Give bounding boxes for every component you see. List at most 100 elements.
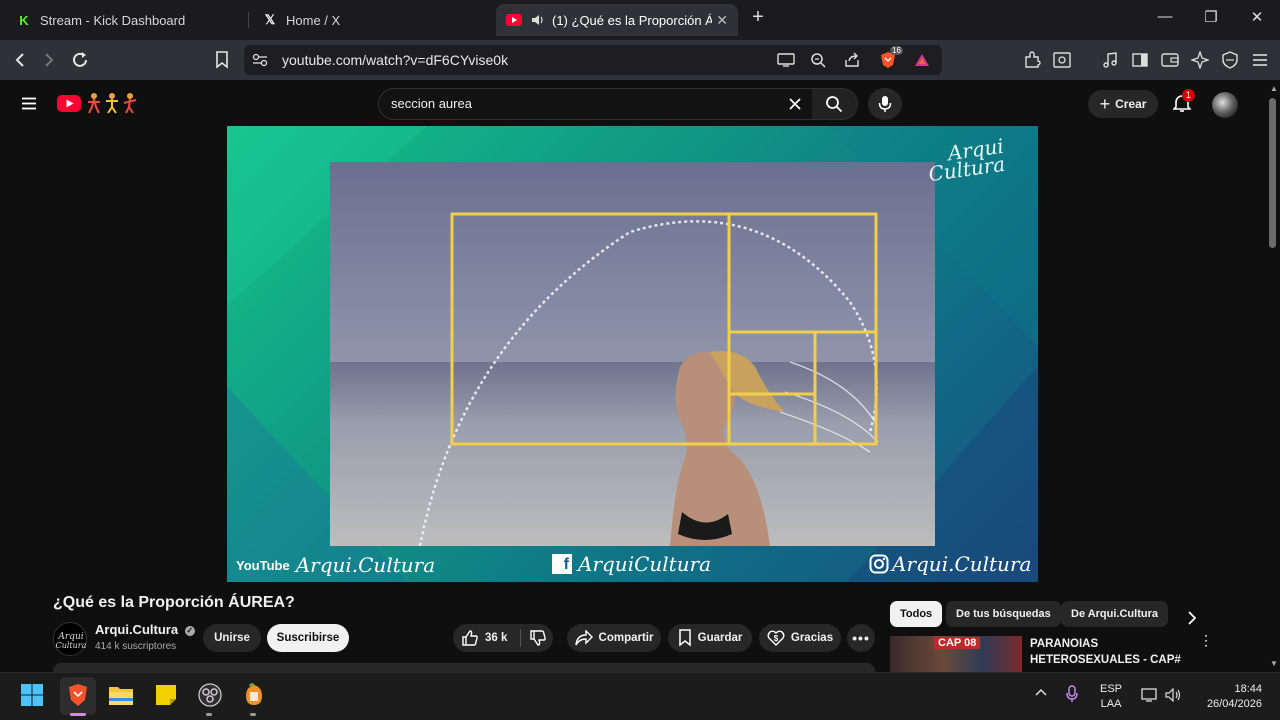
more-actions-button[interactable]: ••• (847, 624, 875, 652)
obs-icon (198, 683, 222, 707)
chip-all[interactable]: Todos (890, 601, 943, 627)
clear-search-icon[interactable] (784, 93, 806, 115)
reload-button[interactable] (69, 49, 91, 71)
cast-icon[interactable] (775, 49, 797, 71)
close-window-button[interactable]: ✕ (1246, 8, 1268, 26)
clock-date: 26/04/2026 (1206, 698, 1262, 710)
share-button[interactable]: Compartir (567, 624, 661, 652)
facebook-icon: f (552, 554, 572, 574)
youtube-logo[interactable] (57, 95, 81, 112)
tab-x-home[interactable]: 𝕏 Home / X (252, 4, 492, 36)
create-button[interactable]: + Crear (1088, 90, 1158, 118)
sticky-notes-app[interactable] (152, 681, 180, 709)
reader-mode-icon[interactable] (1051, 49, 1073, 71)
join-label: Unirse (214, 632, 250, 644)
scrollbar-thumb[interactable] (1269, 98, 1276, 248)
volume-icon[interactable] (1165, 688, 1183, 702)
fl-studio-running-indicator (250, 713, 256, 716)
social-banner: YouTube Arqui.Cultura f ArquiCultura Arq… (227, 544, 1038, 582)
input-language-indicator[interactable]: ESP LAA (1100, 682, 1122, 712)
thumbs-down-icon (530, 630, 546, 646)
network-icon[interactable] (1141, 688, 1159, 702)
dislike-button[interactable] (529, 629, 553, 647)
start-button[interactable] (18, 681, 46, 709)
video-player[interactable]: Arqui Cultura YouTube Arqui.Cultura f Ar… (227, 126, 1038, 582)
scroll-up-icon[interactable]: ▲ (1270, 84, 1278, 93)
sidebar-toggle-icon[interactable] (1129, 49, 1151, 71)
share-page-icon[interactable] (841, 49, 863, 71)
share-icon (574, 630, 593, 646)
svg-text:$: $ (774, 634, 779, 643)
zoom-icon[interactable] (807, 49, 829, 71)
golden-ratio-overlay (450, 212, 878, 446)
subscribe-button[interactable]: Suscribirse (267, 624, 349, 652)
shields-count-badge: 16 (890, 46, 903, 55)
leo-ai-icon[interactable] (1189, 49, 1211, 71)
subscriber-count: 414 k suscriptores (95, 641, 177, 652)
share-label: Compartir (598, 632, 654, 644)
clock-time: 18:44 (1234, 683, 1262, 695)
back-button[interactable] (9, 49, 31, 71)
chip-from-channel[interactable]: De Arqui.Cultura (1061, 601, 1168, 627)
page-scrollbar[interactable]: ▲ ▼ (1267, 84, 1278, 672)
search-button[interactable] (812, 89, 857, 119)
tab-kick-dashboard[interactable]: K Stream - Kick Dashboard (6, 4, 246, 36)
wallet-icon[interactable] (1159, 49, 1181, 71)
new-tab-button[interactable]: + (747, 6, 769, 29)
speaker-icon[interactable] (530, 12, 546, 28)
thanks-button[interactable]: $ Gracias (759, 624, 841, 652)
save-button[interactable]: Guardar (668, 624, 752, 652)
brave-browser-app[interactable] (64, 681, 92, 709)
tab-youtube-video[interactable]: (1) ¿Qué es la Proporción ÁUR ✕ (496, 4, 738, 36)
clock[interactable]: 18:44 26/04/2026 (1198, 682, 1262, 712)
banner-facebook-handle: ArquiCultura (578, 552, 712, 576)
file-explorer-app[interactable] (107, 681, 135, 709)
scroll-down-icon[interactable]: ▼ (1270, 659, 1278, 668)
keyboard-layout: LAA (1100, 698, 1122, 710)
banner-youtube-logo: YouTube (236, 557, 290, 573)
doodle-icon[interactable] (86, 92, 138, 114)
folder-icon (109, 687, 133, 705)
guide-menu-icon[interactable] (18, 92, 40, 114)
brave-shields-icon[interactable]: 16 (877, 46, 903, 71)
channel-avatar[interactable]: Arqui Cultura (53, 622, 87, 656)
recommended-thumbnail[interactable]: CAP 08 (890, 636, 1022, 672)
microphone-tray-icon[interactable] (1066, 685, 1078, 703)
close-tab-icon[interactable]: ✕ (716, 12, 728, 29)
recommended-menu-icon[interactable]: ⋮ (1199, 633, 1213, 647)
subscribe-label: Suscribirse (276, 632, 340, 644)
vpn-icon[interactable] (1219, 49, 1241, 71)
extensions-icon[interactable] (1021, 49, 1043, 71)
channel-name-text: Arqui.Cultura (95, 622, 179, 637)
chip-label: Todos (900, 608, 933, 620)
chip-from-searches[interactable]: De tus búsquedas (946, 601, 1061, 627)
tab-separator (248, 12, 249, 28)
bookmark-icon[interactable] (211, 49, 233, 71)
voice-search-button[interactable] (868, 88, 902, 120)
minimize-button[interactable]: — (1154, 8, 1176, 25)
search-input[interactable]: seccion aurea (391, 96, 472, 111)
thumbs-up-icon (462, 630, 478, 646)
x-icon: 𝕏 (264, 12, 276, 27)
recommended-title[interactable]: PARANOIAS HETEROSEXUALES - CAP# 08 LA CU… (1030, 636, 1195, 670)
create-label: Crear (1115, 97, 1147, 111)
show-hidden-icons-button[interactable] (1035, 688, 1047, 696)
tab-title: (1) ¿Qué es la Proporción ÁUR (552, 12, 712, 28)
banner-youtube: YouTube Arqui.Cultura (236, 553, 435, 577)
forward-button[interactable] (38, 49, 60, 71)
restore-button[interactable]: ❐ (1200, 8, 1222, 26)
fl-studio-app[interactable] (240, 681, 268, 709)
account-avatar[interactable] (1212, 92, 1238, 118)
thanks-icon: $ (767, 630, 785, 646)
brave-icon (69, 684, 87, 706)
obs-studio-app[interactable] (196, 681, 224, 709)
join-button[interactable]: Unirse (203, 624, 261, 652)
channel-name[interactable]: Arqui.Cultura ✓ (95, 622, 195, 637)
chips-next-icon[interactable] (1181, 607, 1203, 629)
brave-rewards-icon[interactable] (911, 49, 933, 71)
notifications-button[interactable]: 1 (1171, 89, 1195, 114)
site-settings-icon[interactable] (249, 49, 271, 71)
browser-menu-icon[interactable] (1249, 49, 1271, 71)
media-icon[interactable] (1099, 49, 1121, 71)
like-button[interactable]: 36 k (461, 629, 516, 647)
